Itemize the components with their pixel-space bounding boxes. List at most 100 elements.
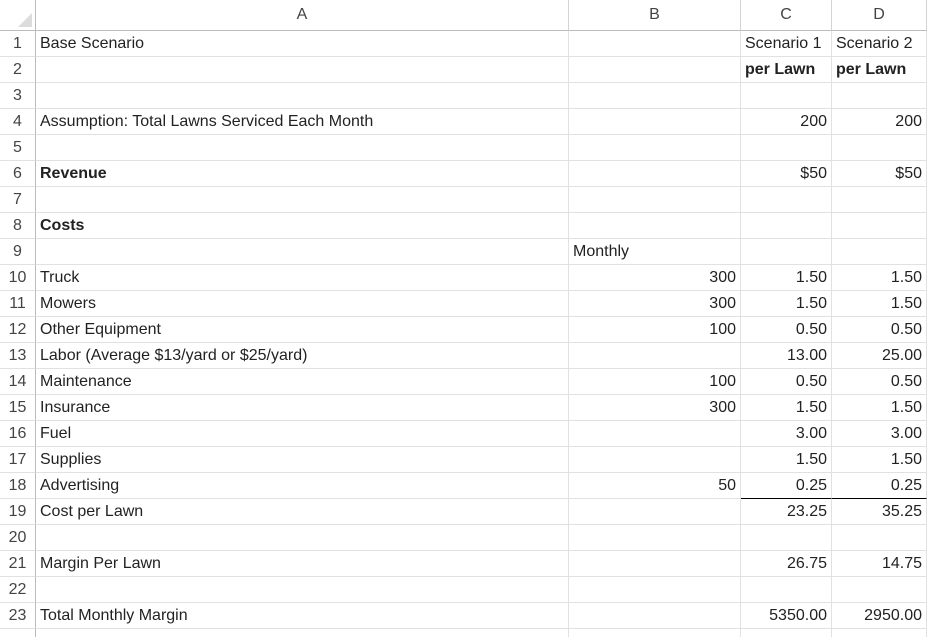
cell-c6[interactable]: $50 [741,161,832,187]
cell-b11[interactable]: 300 [569,291,741,317]
cell-b20[interactable] [569,525,741,551]
cell-a23[interactable]: Total Monthly Margin [36,603,569,629]
row-header[interactable]: 11 [0,291,36,317]
cell-a13[interactable]: Labor (Average $13/yard or $25/yard) [36,343,569,369]
cell-d22[interactable] [832,577,927,603]
cell-b8[interactable] [569,213,741,239]
cell-a4[interactable]: Assumption: Total Lawns Serviced Each Mo… [36,109,569,135]
column-header-d[interactable]: D [832,0,927,31]
cell-d14[interactable]: 0.50 [832,369,927,395]
cell-c18[interactable]: 0.25 [741,473,832,499]
cell-c23[interactable]: 5350.00 [741,603,832,629]
row-header[interactable]: 14 [0,369,36,395]
cell-d10[interactable]: 1.50 [832,265,927,291]
cell-b7[interactable] [569,187,741,213]
column-header-a[interactable]: A [36,0,569,31]
cell-c16[interactable]: 3.00 [741,421,832,447]
row-header[interactable]: 1 [0,31,36,57]
cell-c15[interactable]: 1.50 [741,395,832,421]
cell-b3[interactable] [569,83,741,109]
cell-a20[interactable] [36,525,569,551]
row-header[interactable]: 22 [0,577,36,603]
cell-partial[interactable] [832,629,927,637]
cell-c8[interactable] [741,213,832,239]
cell-b6[interactable] [569,161,741,187]
row-header[interactable]: 23 [0,603,36,629]
row-header[interactable]: 8 [0,213,36,239]
row-header[interactable]: 7 [0,187,36,213]
cell-partial[interactable] [741,629,832,637]
cell-d16[interactable]: 3.00 [832,421,927,447]
cell-a19[interactable]: Cost per Lawn [36,499,569,525]
row-header[interactable]: 4 [0,109,36,135]
cell-c11[interactable]: 1.50 [741,291,832,317]
spreadsheet-grid[interactable]: A B C D 1 Base Scenario Scenario 1 Scenario 2 2 p… [0,0,927,637]
cell-d11[interactable]: 1.50 [832,291,927,317]
cell-a18[interactable]: Advertising [36,473,569,499]
cell-a2[interactable] [36,57,569,83]
cell-c17[interactable]: 1.50 [741,447,832,473]
cell-a1[interactable]: Base Scenario [36,31,569,57]
cell-c20[interactable] [741,525,832,551]
column-header-c[interactable]: C [741,0,832,31]
row-header[interactable]: 2 [0,57,36,83]
cell-c3[interactable] [741,83,832,109]
row-header[interactable]: 19 [0,499,36,525]
cell-a10[interactable]: Truck [36,265,569,291]
row-header[interactable]: 13 [0,343,36,369]
cell-d13[interactable]: 25.00 [832,343,927,369]
cell-b23[interactable] [569,603,741,629]
cell-b22[interactable] [569,577,741,603]
cell-b15[interactable]: 300 [569,395,741,421]
cell-b16[interactable] [569,421,741,447]
row-header[interactable]: 6 [0,161,36,187]
row-header[interactable]: 10 [0,265,36,291]
cell-d8[interactable] [832,213,927,239]
cell-d4[interactable]: 200 [832,109,927,135]
cell-b13[interactable] [569,343,741,369]
cell-c21[interactable]: 26.75 [741,551,832,577]
cell-b1[interactable] [569,31,741,57]
cell-a17[interactable]: Supplies [36,447,569,473]
cell-a14[interactable]: Maintenance [36,369,569,395]
cell-c10[interactable]: 1.50 [741,265,832,291]
cell-b4[interactable] [569,109,741,135]
cell-partial[interactable] [569,629,741,637]
cell-c4[interactable]: 200 [741,109,832,135]
cell-d23[interactable]: 2950.00 [832,603,927,629]
cell-a8[interactable]: Costs [36,213,569,239]
cell-d20[interactable] [832,525,927,551]
row-header[interactable]: 21 [0,551,36,577]
cell-d17[interactable]: 1.50 [832,447,927,473]
cell-b12[interactable]: 100 [569,317,741,343]
row-header[interactable]: 17 [0,447,36,473]
cell-c7[interactable] [741,187,832,213]
select-all-corner[interactable] [0,0,36,31]
cell-a11[interactable]: Mowers [36,291,569,317]
cell-a7[interactable] [36,187,569,213]
cell-c2[interactable]: per Lawn [741,57,832,83]
row-header[interactable]: 12 [0,317,36,343]
cell-b9[interactable]: Monthly [569,239,741,265]
cell-c14[interactable]: 0.50 [741,369,832,395]
cell-a3[interactable] [36,83,569,109]
column-header-b[interactable]: B [569,0,741,31]
cell-d9[interactable] [832,239,927,265]
cell-b2[interactable] [569,57,741,83]
row-header[interactable]: 15 [0,395,36,421]
cell-d2[interactable]: per Lawn [832,57,927,83]
row-header[interactable]: 20 [0,525,36,551]
cell-d19[interactable]: 35.25 [832,499,927,525]
cell-a16[interactable]: Fuel [36,421,569,447]
row-header[interactable]: 16 [0,421,36,447]
cell-c19[interactable]: 23.25 [741,499,832,525]
cell-b14[interactable]: 100 [569,369,741,395]
cell-c5[interactable] [741,135,832,161]
cell-b18[interactable]: 50 [569,473,741,499]
cell-d12[interactable]: 0.50 [832,317,927,343]
cell-c9[interactable] [741,239,832,265]
cell-c1[interactable]: Scenario 1 [741,31,832,57]
cell-a9[interactable] [36,239,569,265]
cell-a15[interactable]: Insurance [36,395,569,421]
row-header-partial[interactable] [0,629,36,637]
